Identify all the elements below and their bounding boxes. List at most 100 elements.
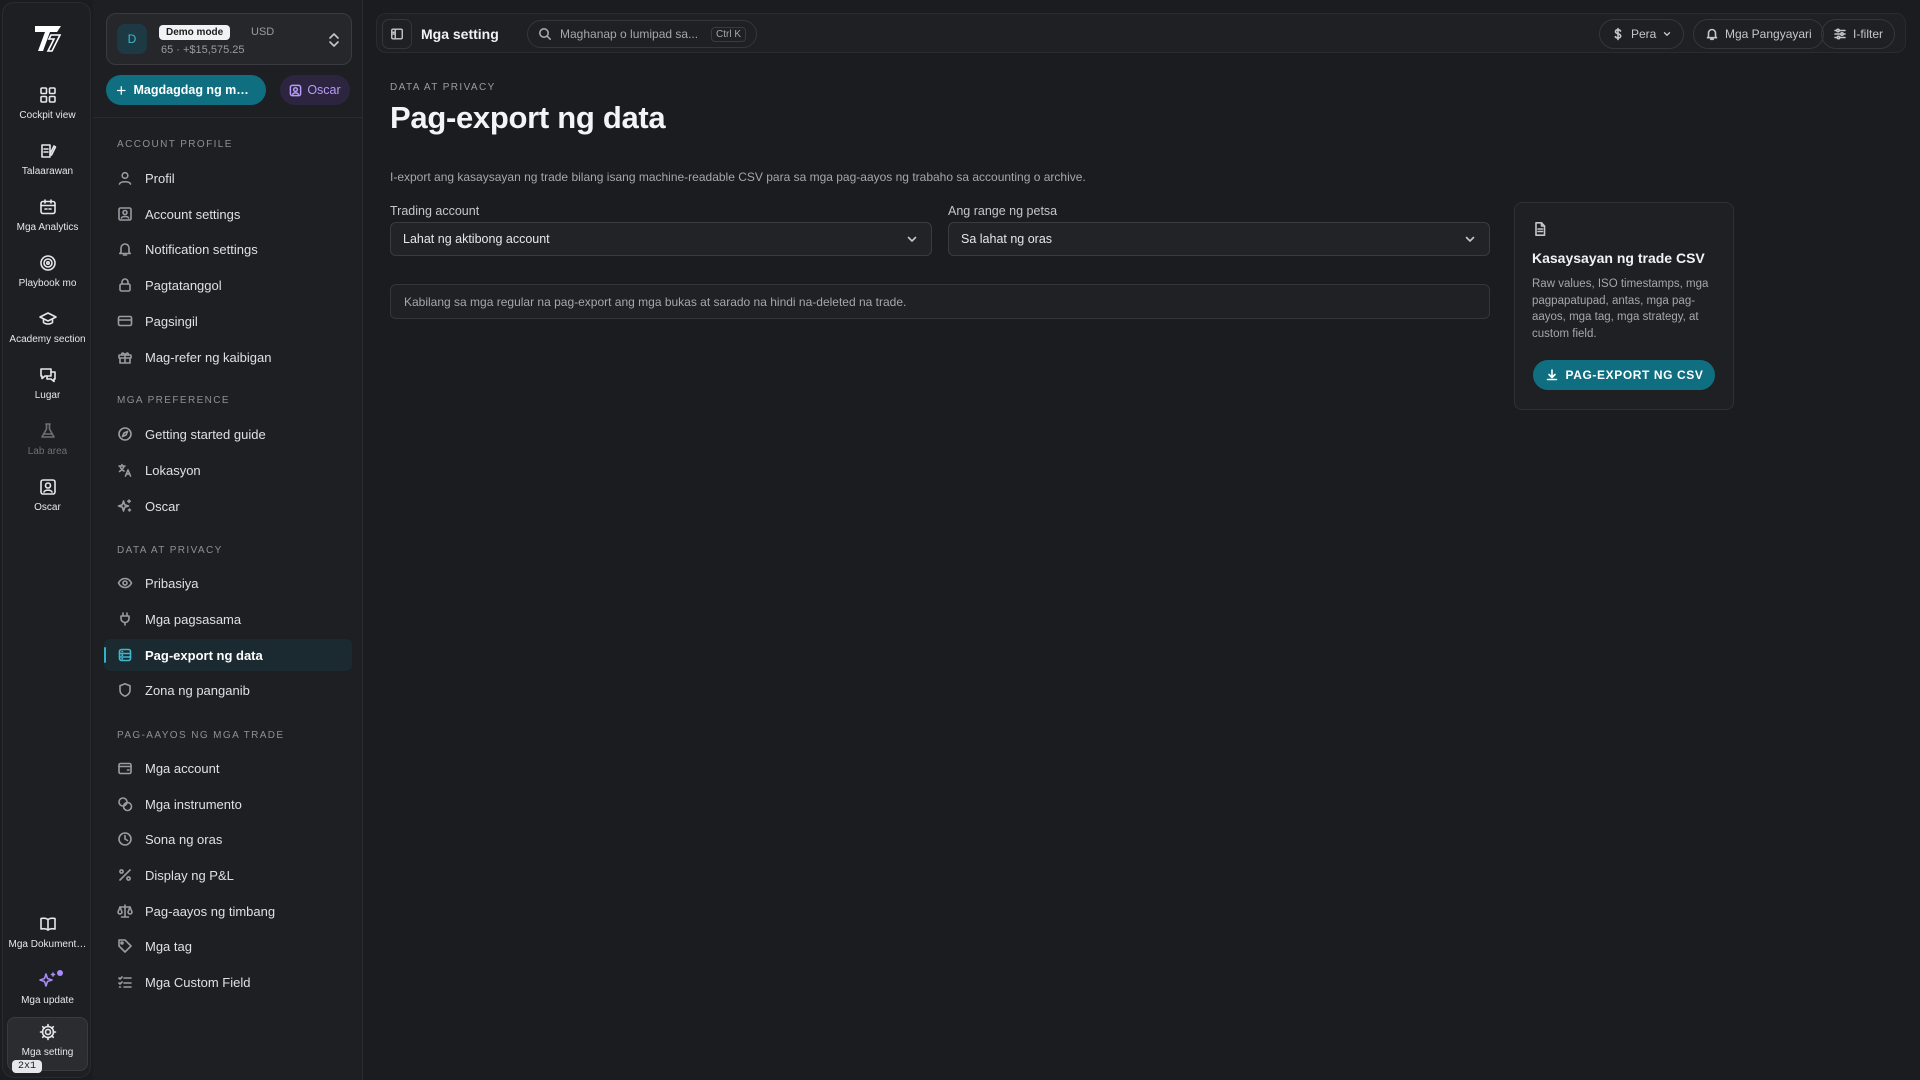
- currency-button[interactable]: Pera: [1599, 19, 1685, 49]
- rail-item-label: Lab area: [27, 446, 68, 457]
- sidebar-item-lokasyon[interactable]: Lokasyon: [104, 454, 352, 486]
- sidebar-item-getting-started[interactable]: Getting started guide: [104, 418, 352, 450]
- sparkle-icon: [117, 499, 132, 512]
- shield-icon: [119, 683, 131, 697]
- scale-icon: [117, 904, 133, 918]
- trading-account-value: Lahat ng aktibong account: [403, 232, 550, 246]
- settings-sidebar: D Demo mode USD 65 · +$15,575.25 Magdagd…: [93, 0, 363, 1080]
- scale-badge: 2x1: [12, 1060, 43, 1073]
- sidebar-item-display-ng-pl[interactable]: Display ng P&L: [104, 859, 352, 891]
- sidebar-item-sona-ng-oras[interactable]: Sona ng oras: [104, 823, 352, 855]
- database-icon: [118, 648, 132, 662]
- account-switcher[interactable]: D Demo mode USD 65 · +$15,575.25: [106, 13, 352, 65]
- currency-label: Pera: [1631, 27, 1657, 41]
- csv-export-card: Kasaysayan ng trade CSV Raw values, ISO …: [1514, 202, 1734, 410]
- sidebar-item-label: Mga Custom Field: [145, 974, 251, 990]
- wallet-icon: [118, 762, 132, 775]
- export-info-note: Kabilang sa mga regular na pag-export an…: [390, 284, 1490, 319]
- export-csv-button[interactable]: PAG-EXPORT NG CSV: [1533, 360, 1715, 390]
- rail-item-mga-analytics[interactable]: Mga Analytics: [7, 193, 88, 247]
- sidebar-item-zona-ng-panganib[interactable]: Zona ng panganib: [104, 674, 352, 706]
- rail-item-label: Talaarawan: [21, 166, 74, 177]
- section-title-data-at-privacy: DATA AT PRIVACY: [117, 545, 223, 556]
- rail-item-cockpit-view[interactable]: Cockpit view: [7, 81, 88, 135]
- app-rail: Cockpit view Talaarawan Mga Analytics Pl…: [2, 2, 91, 1078]
- translate-icon: [118, 463, 132, 477]
- chevron-down-icon: [1664, 32, 1671, 36]
- sidebar-item-label: Account settings: [145, 206, 241, 222]
- rail-item-lugar[interactable]: Lugar: [7, 361, 88, 415]
- book-icon: [39, 917, 56, 931]
- percent-icon: [119, 869, 131, 881]
- sidebar-item-mga-instrumento[interactable]: Mga instrumento: [104, 788, 352, 820]
- sidebar-item-label: Mga tag: [145, 938, 192, 954]
- export-info-text: Kabilang sa mga regular na pag-export an…: [404, 294, 907, 309]
- sidebar-item-pagtatanggol[interactable]: Pagtatanggol: [104, 269, 352, 301]
- sidebar-item-profil[interactable]: Profil: [104, 162, 352, 194]
- main-content: Mga setting Maghanap o lumipad sa... Ctr…: [364, 0, 1920, 1080]
- journal-icon: [40, 144, 56, 158]
- sidebar-item-label: Profil: [145, 170, 175, 186]
- csv-export-title: Kasaysayan ng trade CSV: [1532, 250, 1705, 266]
- rail-item-label: Mga setting: [21, 1047, 74, 1058]
- eye-icon: [117, 577, 133, 589]
- sidebar-item-pribasiya[interactable]: Pribasiya: [104, 567, 352, 599]
- rail-item-academy-section[interactable]: Academy section: [7, 305, 88, 359]
- rail-item-label: Playbook mo: [18, 278, 77, 289]
- sidebar-item-mga-custom-field[interactable]: Mga Custom Field: [104, 966, 352, 998]
- events-button[interactable]: Mga Pangyayari: [1693, 19, 1824, 49]
- trading-account-label: Trading account: [390, 204, 480, 218]
- sidebar-toggle-button[interactable]: [382, 19, 412, 49]
- search-input[interactable]: Maghanap o lumipad sa... Ctrl K: [527, 20, 757, 48]
- sliders-icon: [1834, 28, 1846, 40]
- filter-button[interactable]: I-filter: [1821, 19, 1895, 49]
- sidebar-item-account-settings[interactable]: Account settings: [104, 198, 352, 230]
- rail-item-label: Lugar: [34, 390, 61, 401]
- add-trades-button[interactable]: Magdagdag ng mga trade: [106, 75, 266, 105]
- sidebar-item-label: Pribasiya: [145, 575, 199, 591]
- grid-icon: [39, 87, 56, 103]
- gift-icon: [118, 352, 132, 364]
- page-title: Pag-export ng data: [390, 100, 666, 135]
- avatar: D: [117, 24, 147, 54]
- section-title-account-profile: ACCOUNT PROFILE: [117, 139, 233, 150]
- export-csv-label: PAG-EXPORT NG CSV: [1565, 368, 1704, 382]
- coins-icon: [118, 797, 133, 812]
- sidebar-item-pag-aayos-ng-timbang[interactable]: Pag-aayos ng timbang: [104, 895, 352, 927]
- rail-item-lab-area[interactable]: Lab area: [7, 417, 88, 471]
- sidebar-item-oscar[interactable]: Oscar: [104, 490, 352, 522]
- rail-item-label: Cockpit view: [19, 110, 76, 121]
- user-square-icon: [39, 479, 56, 495]
- gear-icon: [39, 1023, 56, 1041]
- dollar-icon: [1614, 27, 1622, 41]
- trading-account-select[interactable]: Lahat ng aktibong account: [390, 222, 932, 256]
- date-range-select[interactable]: Sa lahat ng oras: [948, 222, 1490, 256]
- sidebar-item-mga-pagsasama[interactable]: Mga pagsasama: [104, 603, 352, 635]
- rail-item-mga-update[interactable]: Mga update: [7, 966, 88, 1020]
- rail-item-mga-dokumentasyon[interactable]: Mga Dokumentasyon: [7, 910, 88, 964]
- target-icon: [39, 255, 56, 271]
- brand-logo-icon[interactable]: [31, 21, 65, 55]
- sidebar-item-mag-refer[interactable]: Mag-refer ng kaibigan: [104, 341, 352, 373]
- user-icon: [118, 171, 132, 185]
- rail-item-label: Oscar: [34, 502, 61, 513]
- chevron-down-icon: [1465, 236, 1475, 242]
- section-title-mga-preference: MGA PREFERENCE: [117, 395, 230, 406]
- sidebar-item-notification-settings[interactable]: Notification settings: [104, 233, 352, 265]
- sidebar-item-label: Sona ng oras: [145, 831, 223, 847]
- oscar-button[interactable]: Oscar: [280, 75, 350, 105]
- sidebar-item-label: Oscar: [145, 498, 180, 514]
- sidebar-item-label: Display ng P&L: [145, 867, 234, 883]
- rail-item-talaarawan[interactable]: Talaarawan: [7, 137, 88, 191]
- sidebar-item-mga-tag[interactable]: Mga tag: [104, 930, 352, 962]
- sidebar-item-label: Mga instrumento: [145, 796, 242, 812]
- id-card-icon: [118, 207, 132, 221]
- add-trades-label: Magdagdag ng mga trade: [133, 83, 256, 97]
- oscar-label: Oscar: [307, 83, 341, 97]
- sidebar-item-mga-account[interactable]: Mga account: [104, 752, 352, 784]
- rail-item-playbook-mo[interactable]: Playbook mo: [7, 249, 88, 303]
- sidebar-item-label: Getting started guide: [145, 426, 266, 442]
- sidebar-item-pagsingil[interactable]: Pagsingil: [104, 305, 352, 337]
- sidebar-item-pag-export-ng-data[interactable]: Pag-export ng data: [104, 639, 352, 671]
- rail-item-oscar[interactable]: Oscar: [7, 473, 88, 527]
